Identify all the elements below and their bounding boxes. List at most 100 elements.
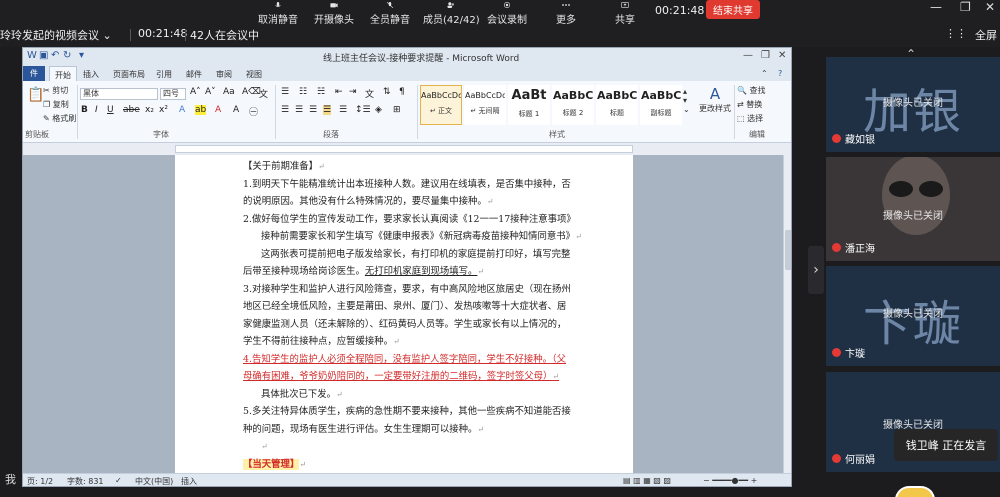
change-styles-button[interactable]: A 更改样式 [699,85,731,114]
enclose-char-icon[interactable]: ㊀ [249,105,258,118]
font-size-select[interactable]: 四号 [160,88,186,100]
shading-icon[interactable]: ◈ [375,105,382,115]
participant-photo [882,157,950,235]
floating-assistant-icon[interactable] [895,486,935,497]
meeting-title[interactable]: 玲玲发起的视频会议 ⌄ [0,27,112,43]
replace-button[interactable]: ⇄ 替换 [737,99,762,110]
camera-off-text: 摄像头已关闭 [883,211,943,222]
font-color-icon[interactable]: A [215,105,221,115]
participant-tile[interactable]: 摄像头已关闭 潘正海 [826,157,1000,261]
strikethrough-icon[interactable]: abe [123,105,140,115]
mute-all-button[interactable]: 全员静音 [370,0,410,26]
grow-font-icon[interactable]: A˄ [190,87,201,97]
tab-file[interactable]: 件 [23,66,45,81]
save-icon[interactable]: ▣ [39,50,48,61]
view-buttons[interactable]: ▤ ▥ ▦ ▧ ▨ [623,476,671,485]
chinese-layout-icon[interactable]: 文 [365,87,374,100]
tab-home[interactable]: 开始 [49,66,77,81]
restore-icon[interactable]: ❐ [960,0,971,14]
style-subtitle[interactable]: AaBbC 副标题 [640,85,682,125]
tab-page-layout[interactable]: 页面布局 [113,69,145,80]
customize-quick-access-icon[interactable]: ▾ [79,50,84,61]
change-case-icon[interactable]: Aa [223,87,235,97]
style-preview: AaBt [511,88,547,103]
numbering-icon[interactable]: ☷ [299,87,307,97]
status-words[interactable]: 字数: 831 [67,476,104,486]
show-marks-icon[interactable]: ¶ [399,87,405,97]
word-restore-icon[interactable]: ❐ [761,50,770,61]
font-name-select[interactable]: 黑体 [80,88,158,100]
cut-button[interactable]: ✂ 剪切 [43,85,68,96]
tab-references[interactable]: 引用 [156,69,172,80]
format-painter-button[interactable]: ✎ 格式刷 [43,113,76,124]
char-shading-icon[interactable]: A [233,105,239,115]
align-center-icon[interactable]: ☰ [295,105,303,115]
close-icon[interactable]: ✕ [985,0,995,14]
style-no-spacing[interactable]: AaBbCcDd ↵ 无间隔 [464,85,506,125]
align-left-icon[interactable]: ☰ [281,105,289,115]
doc-line: 的说明原因。其他没有什么特殊情况的，要尽量集中接种。↵ [243,196,494,207]
sort-icon[interactable]: ⇅ [383,87,391,97]
style-heading-2[interactable]: AaBbC 标题 2 [552,85,594,125]
vertical-scrollbar[interactable] [783,155,791,473]
line-spacing-icon[interactable]: ↕☰ [355,105,371,115]
style-normal[interactable]: AaBbCcDd ↵ 正文 [420,85,462,125]
status-language[interactable]: 中文(中国) [135,476,173,486]
tab-review[interactable]: 审阅 [216,69,232,80]
undo-icon[interactable]: ↶ [51,50,59,61]
shrink-font-icon[interactable]: A˅ [205,87,216,97]
tab-mailings[interactable]: 邮件 [186,69,202,80]
end-share-button[interactable]: 结束共享 [706,0,760,19]
distributed-icon[interactable]: ☰ [339,105,347,115]
increase-indent-icon[interactable]: ⇥ [349,87,357,97]
superscript-icon[interactable]: x² [159,105,168,115]
bullets-icon[interactable]: ☰ [281,87,289,97]
copy-button[interactable]: ❐ 复制 [43,99,69,110]
paste-icon[interactable]: 📋 [27,87,44,103]
collapse-panel-button[interactable]: › [808,246,824,294]
zoom-slider[interactable]: − ━━━━●━━ + [703,476,757,485]
tab-insert[interactable]: 插入 [83,69,99,80]
subscript-icon[interactable]: x₂ [145,105,154,115]
grid-icon[interactable]: ⋮⋮ [945,27,967,40]
fullscreen-button[interactable]: 全屏 [975,27,997,43]
style-name: 标题 1 [518,110,540,118]
tab-view[interactable]: 视图 [246,69,262,80]
share-button[interactable]: 共享 [615,0,635,26]
highlight-icon[interactable]: ab [195,105,207,115]
start-camera-button[interactable]: 开摄像头 [314,0,354,26]
decrease-indent-icon[interactable]: ⇤ [335,87,343,97]
bold-icon[interactable]: B [81,105,88,115]
text-effects-icon[interactable]: A [179,105,185,115]
word-minimize-icon[interactable]: — [743,50,753,61]
horizontal-ruler[interactable] [23,144,791,154]
scrollbar-thumb[interactable] [785,230,791,270]
document-page[interactable]: 【关于前期准备】↵ 1.到明天下午能精准统计出本班接种人数。建议用在线填表，是否… [175,155,633,473]
status-mode[interactable]: 插入 [181,476,197,486]
select-button[interactable]: ⬚ 选择 [737,113,763,124]
italic-icon[interactable]: I [95,105,98,115]
word-close-icon[interactable]: ✕ [778,50,786,61]
borders-icon[interactable]: ⊞ [393,105,401,115]
styles-group-label: 样式 [549,130,565,139]
unmute-button[interactable]: 取消静音 [258,0,298,26]
style-heading-1[interactable]: AaBt 标题 1 [508,85,550,125]
phonetic-guide-icon[interactable]: 文 [259,87,268,100]
underline-icon[interactable]: U [107,105,114,115]
find-button[interactable]: 🔍 查找 [737,85,766,96]
multilevel-list-icon[interactable]: ☵ [317,87,325,97]
redo-icon[interactable]: ↻ [63,50,71,61]
status-page[interactable]: 页: 1/2 [27,476,53,486]
help-icon[interactable]: ? [778,69,782,78]
record-button[interactable]: 会议录制 [487,0,527,26]
minimize-icon[interactable]: — [930,0,942,14]
minimize-ribbon-icon[interactable]: ⌃ [761,69,768,78]
proofing-icon[interactable]: ✓ [115,476,122,485]
style-title[interactable]: AaBbC 标题 [596,85,638,125]
styles-scroll-icon[interactable]: ▴ ▾ ⌄ [683,87,690,114]
justify-icon[interactable]: ☰ [323,105,332,115]
more-button[interactable]: 更多 [556,0,576,26]
align-right-icon[interactable]: ☰ [309,105,317,115]
members-button[interactable]: 成员(42/42) [423,0,480,26]
style-preview: AaBbC [597,89,637,102]
